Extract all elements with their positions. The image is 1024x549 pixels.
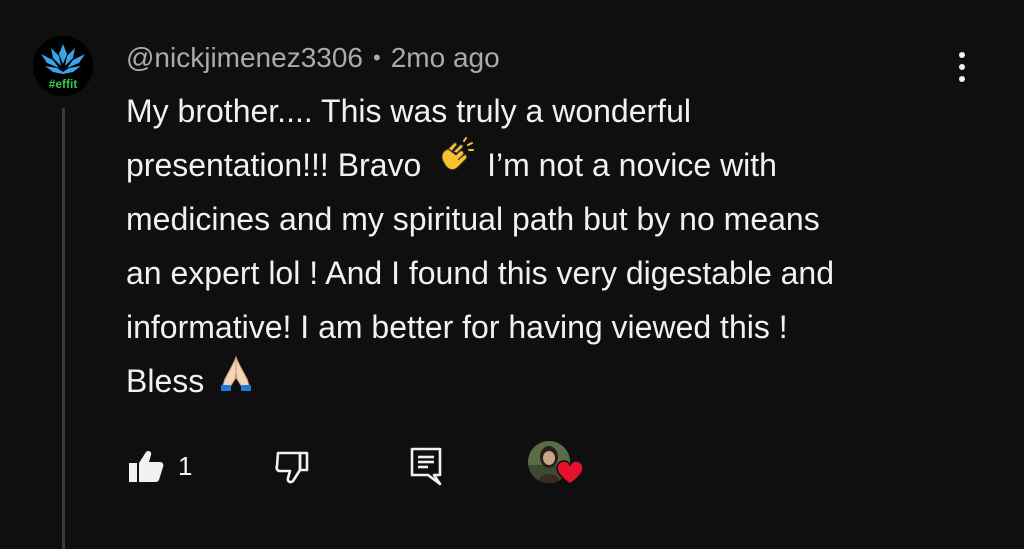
comment-header: @nickjimenez3306 • 2mo ago [126, 40, 500, 76]
creator-heart-icon [556, 460, 584, 485]
svg-text:#effit: #effit [49, 77, 78, 91]
comment-line: presentation!!! Bravo I’m not a novice w… [126, 136, 976, 193]
comment-line: medicines and my spiritual path but by n… [126, 201, 820, 237]
like-count: 1 [178, 450, 193, 481]
more-vertical-icon [959, 52, 965, 58]
like-button[interactable] [126, 440, 166, 492]
thumbs-down-outline-icon [275, 451, 309, 484]
more-options-button[interactable] [945, 48, 979, 86]
comment-line: an expert lol ! And I found this very di… [126, 255, 835, 291]
comment-line: informative! I am better for having view… [126, 309, 788, 345]
comment-line: Bless [126, 354, 976, 408]
author-name[interactable]: @nickjimenez3306 [126, 42, 363, 74]
reply-comment-icon [410, 447, 442, 486]
folded-hands-emoji [217, 353, 255, 409]
comment-time[interactable]: 2mo ago [391, 42, 500, 74]
thread-line [62, 108, 65, 549]
thumbs-up-filled-icon [129, 451, 164, 482]
author-avatar[interactable]: #effit [33, 36, 93, 96]
clapping-hands-emoji [434, 136, 475, 193]
separator-dot: • [373, 45, 381, 70]
reply-button[interactable] [406, 440, 446, 492]
comment-thread: #effit @nickjimenez3306 • 2mo ago My bro… [0, 0, 1024, 549]
comment-text: My brother.... This was truly a wonderfu… [126, 84, 976, 408]
creator-heart[interactable] [528, 440, 588, 492]
lotus-logo-icon: #effit [33, 36, 93, 96]
dislike-button[interactable] [272, 440, 312, 492]
comment-line: My brother.... This was truly a wonderfu… [126, 93, 691, 129]
